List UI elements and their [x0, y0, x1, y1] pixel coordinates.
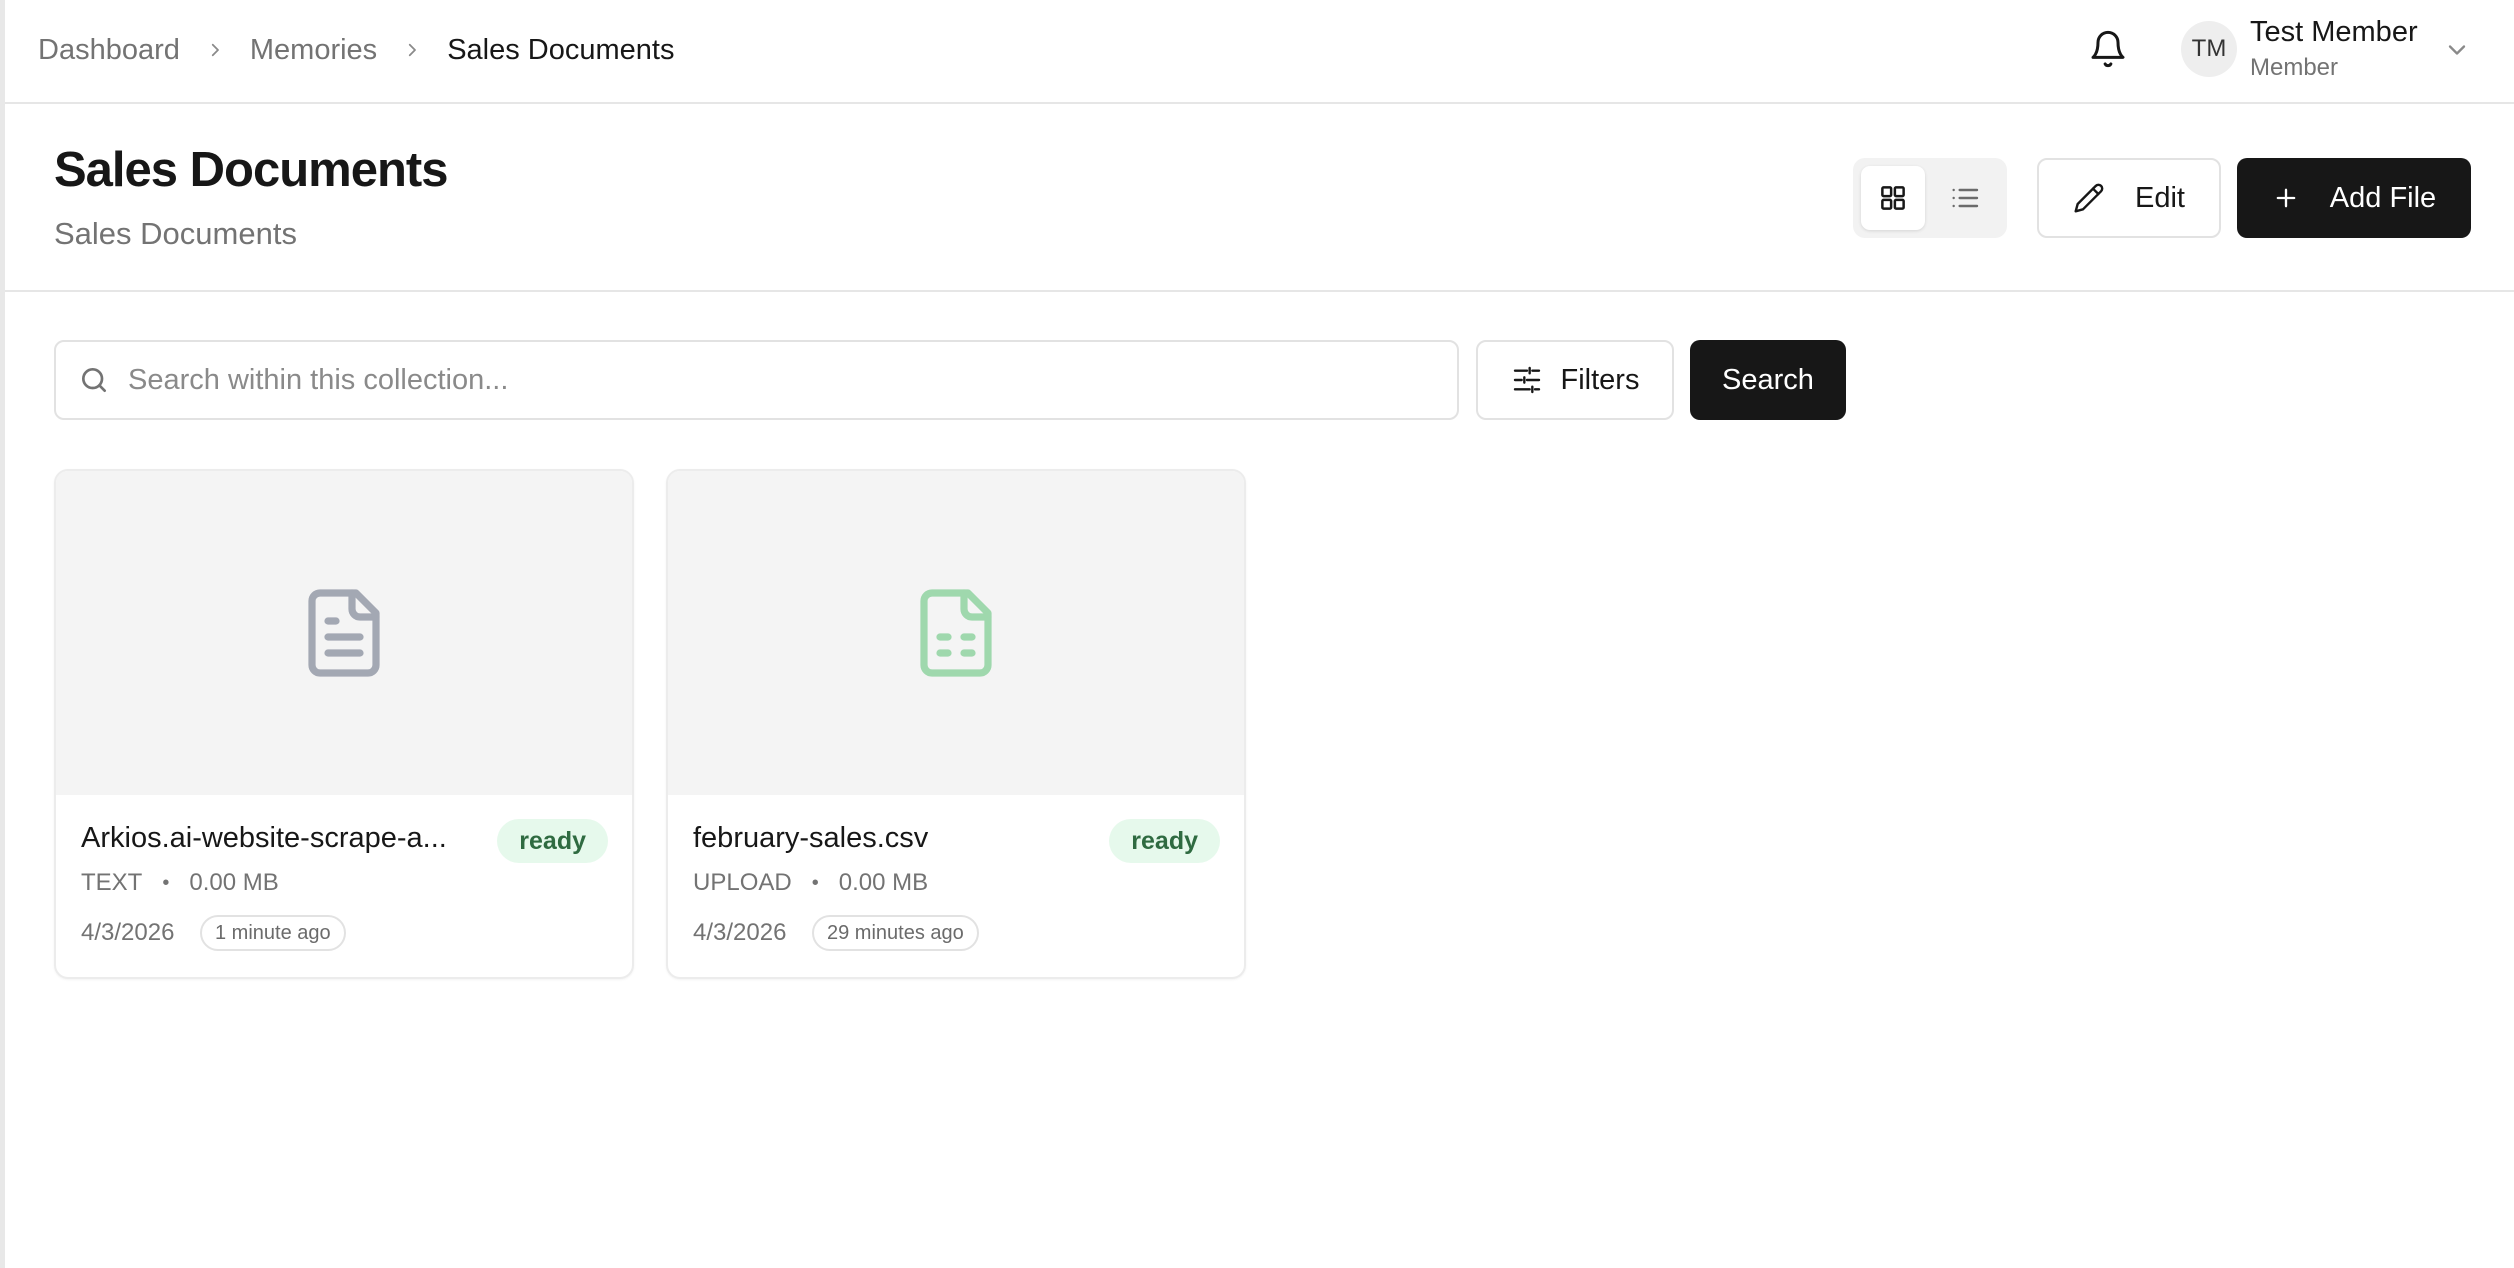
list-view-button[interactable] — [1933, 166, 1997, 230]
filters-button[interactable]: Filters — [1476, 340, 1674, 420]
meta-separator: • — [811, 871, 819, 894]
chevron-right-icon — [206, 41, 224, 59]
user-name[interactable]: Test Member — [2250, 16, 2418, 49]
user-role: Member — [2250, 54, 2339, 81]
relative-time-badge: 29 minutes ago — [812, 915, 979, 951]
grid-icon — [1881, 186, 1905, 210]
file-meta: TEXT • 0.00 MB — [81, 869, 279, 897]
file-thumbnail — [668, 471, 1244, 795]
file-text-icon — [308, 589, 380, 677]
search-icon — [78, 364, 110, 396]
breadcrumb: Dashboard Memories Sales Documents — [38, 0, 674, 100]
file-date: 4/3/2026 — [693, 919, 787, 946]
status-badge: ready — [1109, 819, 1220, 863]
relative-time-badge: 1 minute ago — [200, 915, 346, 951]
search-input[interactable] — [128, 342, 1438, 418]
plus-icon — [2276, 188, 2296, 208]
page-subtitle: Sales Documents — [54, 216, 297, 251]
file-type: UPLOAD — [693, 869, 792, 896]
file-name: february-sales.csv — [693, 822, 929, 854]
breadcrumb-current: Sales Documents — [447, 33, 675, 66]
filters-button-label: Filters — [1560, 363, 1640, 396]
add-file-button-label: Add File — [2329, 181, 2437, 214]
file-date: 4/3/2026 — [81, 919, 175, 946]
page-title: Sales Documents — [54, 143, 448, 197]
search-button[interactable]: Search — [1690, 340, 1846, 420]
search-box — [54, 340, 1459, 420]
file-type: TEXT — [81, 869, 143, 896]
meta-separator: • — [162, 871, 170, 894]
chevron-down-icon[interactable] — [2443, 36, 2471, 64]
sliders-icon — [1513, 366, 1540, 394]
chevron-right-icon — [403, 41, 421, 59]
file-size: 0.00 MB — [189, 869, 279, 896]
file-name: Arkios.ai-website-scrape-a... — [81, 822, 447, 854]
breadcrumb-memories[interactable]: Memories — [250, 34, 377, 67]
file-meta: UPLOAD • 0.00 MB — [693, 869, 928, 897]
file-card[interactable]: Arkios.ai-website-scrape-a... ready TEXT… — [54, 469, 634, 979]
edit-button[interactable]: Edit — [2037, 158, 2221, 238]
top-bar: Dashboard Memories Sales Documents TM Te… — [5, 0, 2514, 104]
grid-view-button[interactable] — [1861, 166, 1925, 230]
file-thumbnail — [56, 471, 632, 795]
list-icon — [1952, 188, 1979, 208]
view-toggle — [1853, 158, 2007, 238]
add-file-button[interactable]: Add File — [2237, 158, 2471, 238]
notifications-bell-icon[interactable] — [2088, 29, 2128, 69]
avatar[interactable]: TM — [2181, 21, 2237, 77]
edit-button-label: Edit — [2135, 181, 2185, 214]
file-spreadsheet-icon — [920, 589, 992, 677]
pencil-icon — [2074, 183, 2104, 213]
page-header: Sales Documents Sales Documents Edit Add… — [5, 104, 2514, 292]
file-card[interactable]: february-sales.csv ready UPLOAD • 0.00 M… — [666, 469, 1246, 979]
status-badge: ready — [497, 819, 608, 863]
file-size: 0.00 MB — [838, 869, 929, 896]
breadcrumb-dashboard[interactable]: Dashboard — [38, 34, 180, 67]
